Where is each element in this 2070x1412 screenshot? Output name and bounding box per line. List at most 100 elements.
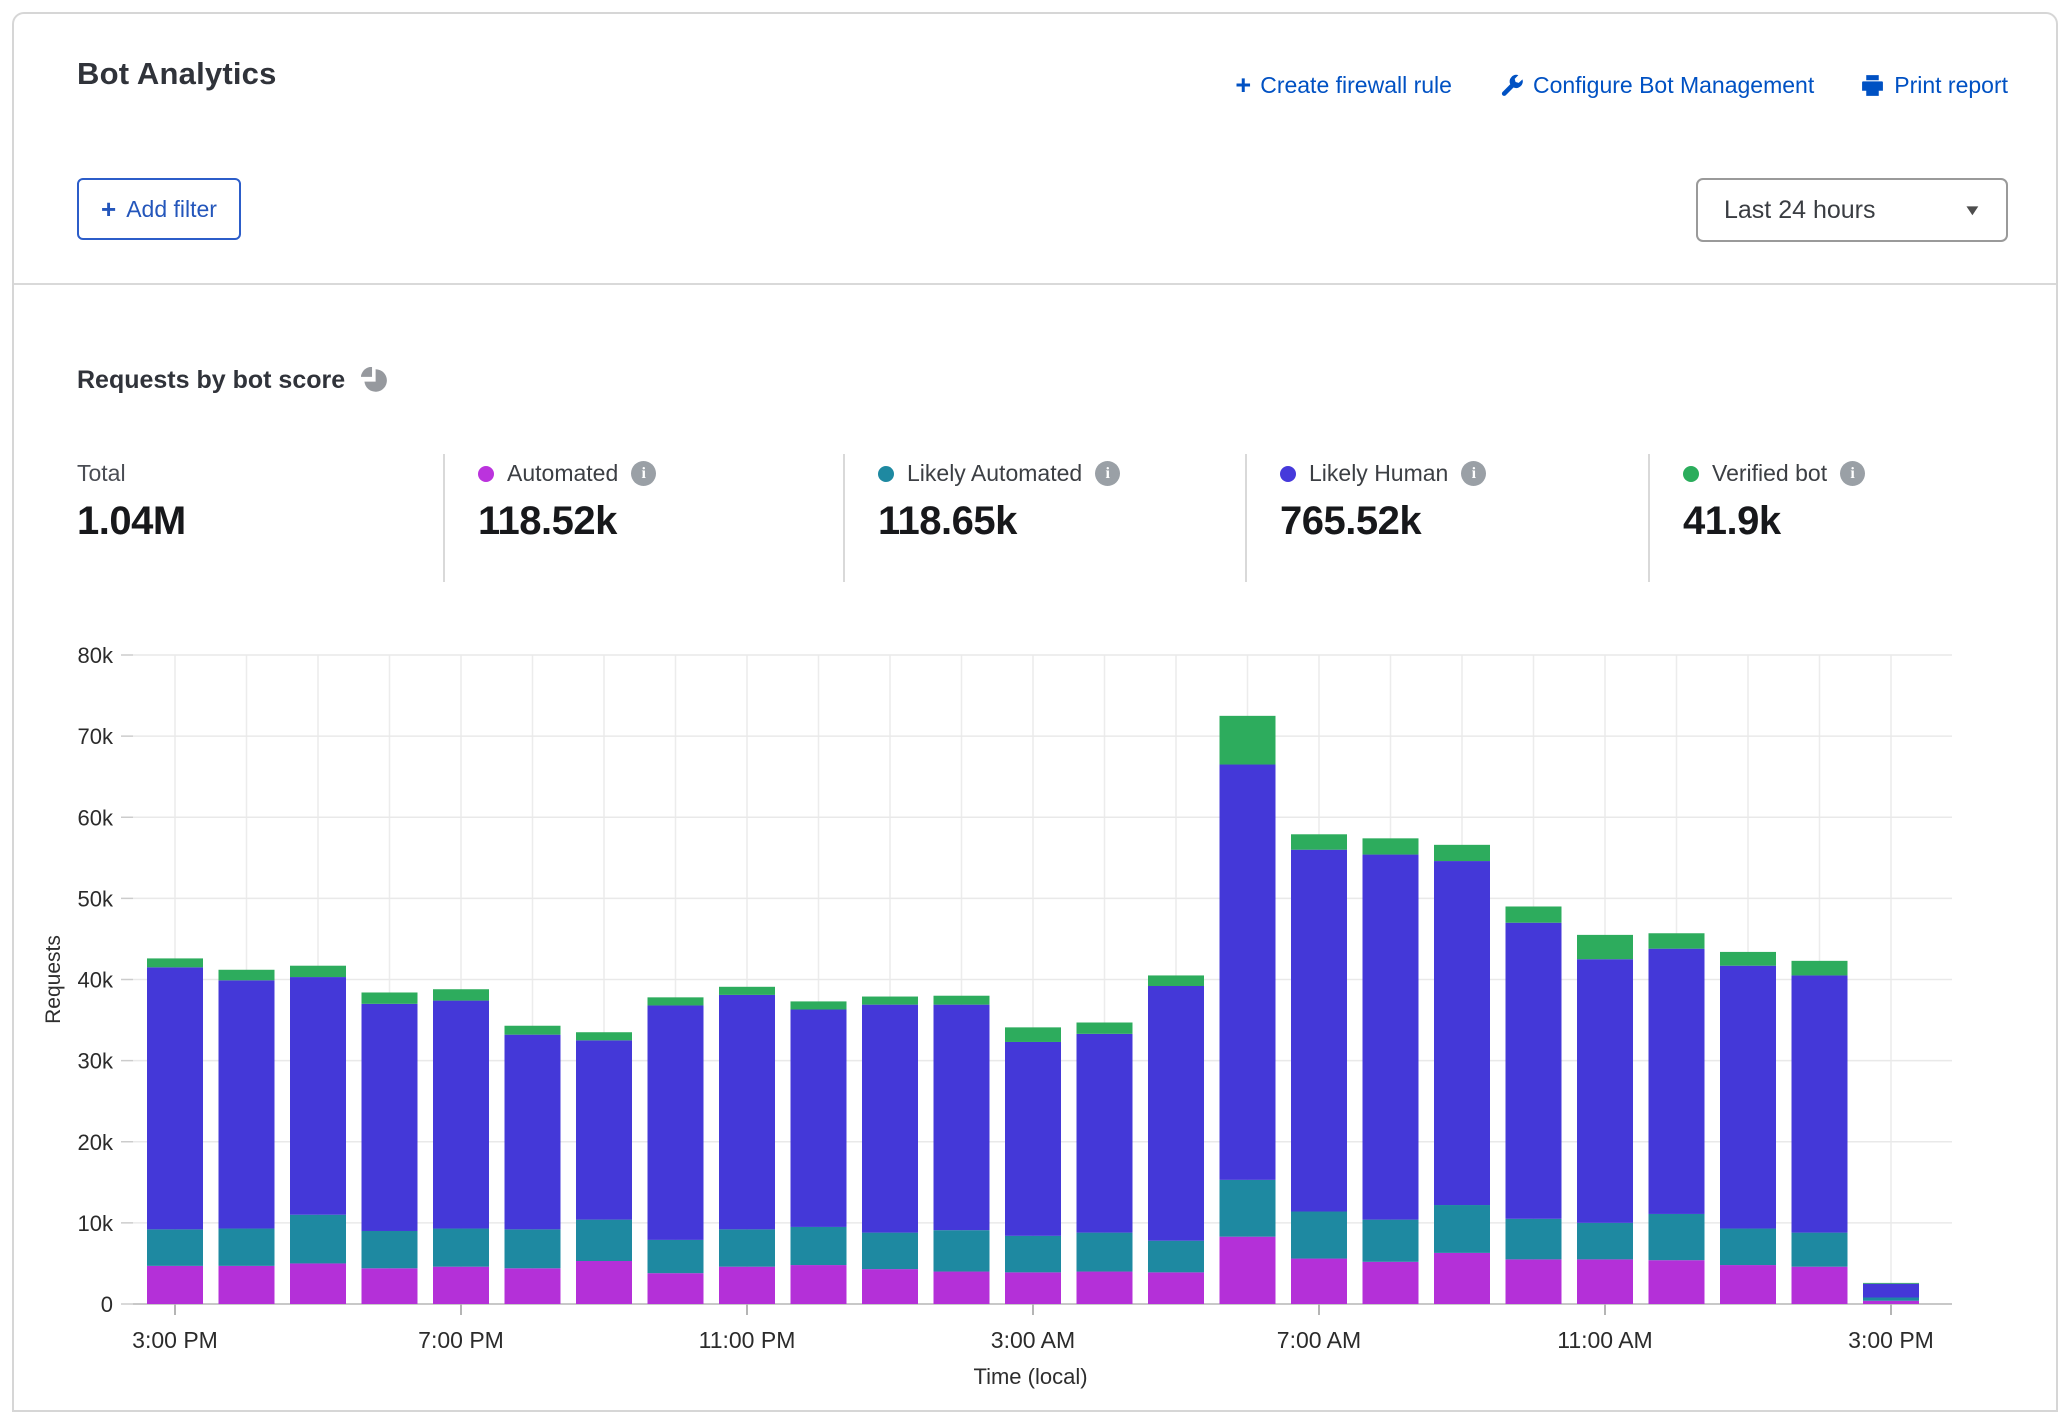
bar-segment-automated [1363, 1262, 1419, 1304]
bar-segment-verified-bot [147, 958, 203, 967]
stat-label: Total [77, 460, 126, 487]
bar-segment-automated [433, 1267, 489, 1304]
bar-segment-automated [648, 1273, 704, 1304]
bar-segment-likely-human [505, 1035, 561, 1230]
y-tick-label: 40k [78, 968, 114, 993]
bar-segment-verified-bot [934, 996, 990, 1005]
bar-segment-verified-bot [1077, 1022, 1133, 1033]
bar-segment-likely-human [719, 995, 775, 1229]
bar-segment-likely-human [1649, 949, 1705, 1214]
bar-segment-verified-bot [1434, 845, 1490, 861]
bar-segment-likely-automated [505, 1229, 561, 1268]
x-tick-label: 3:00 AM [991, 1327, 1075, 1353]
bar-segment-verified-bot [433, 989, 489, 1000]
bar-segment-likely-automated [1291, 1212, 1347, 1259]
bar-segment-likely-automated [1148, 1241, 1204, 1273]
stat-label: Automated [507, 460, 618, 487]
bar-segment-automated [290, 1263, 346, 1304]
bar-segment-likely-automated [576, 1220, 632, 1261]
likely-human-legend-dot [1280, 466, 1296, 482]
create-firewall-rule-link[interactable]: + Create firewall rule [1235, 72, 1452, 99]
configure-bot-management-link[interactable]: Configure Bot Management [1498, 72, 1814, 99]
bar-segment-likely-human [433, 1001, 489, 1229]
bar-segment-verified-bot [1720, 952, 1776, 966]
bar-segment-likely-automated [1434, 1205, 1490, 1253]
bar-segment-likely-human [791, 1010, 847, 1227]
y-tick-label: 80k [78, 643, 114, 668]
bar-segment-verified-bot [1649, 933, 1705, 948]
bar-segment-likely-automated [791, 1227, 847, 1265]
bar-segment-verified-bot [576, 1032, 632, 1040]
bar-segment-likely-automated [433, 1229, 489, 1267]
print-report-link[interactable]: Print report [1860, 72, 2008, 99]
bar-segment-automated [1148, 1272, 1204, 1304]
bar-segment-likely-human [1220, 765, 1276, 1180]
stat-divider [843, 454, 845, 582]
bar-segment-likely-human [1363, 855, 1419, 1220]
add-filter-label: Add filter [126, 196, 217, 223]
bar-segment-automated [1577, 1259, 1633, 1304]
stat-likely-human: Likely Human i 765.52k [1280, 460, 1640, 544]
stat-value: 118.65k [878, 499, 1238, 544]
y-tick-label: 70k [78, 724, 114, 749]
bar-segment-verified-bot [719, 987, 775, 995]
info-icon[interactable]: i [1461, 461, 1486, 486]
bar-segment-automated [1792, 1267, 1848, 1304]
bar-segment-likely-automated [934, 1230, 990, 1271]
stat-value: 41.9k [1683, 499, 2043, 544]
x-tick-label: 7:00 PM [418, 1327, 504, 1353]
bar-segment-likely-automated [1005, 1236, 1061, 1273]
y-tick-label: 30k [78, 1049, 114, 1074]
plus-icon: + [101, 196, 116, 222]
bar-segment-verified-bot [1220, 716, 1276, 765]
bar-segment-likely-automated [362, 1231, 418, 1268]
bar-segment-likely-automated [862, 1233, 918, 1270]
bar-segment-automated [505, 1268, 561, 1304]
bar-segment-verified-bot [362, 992, 418, 1003]
bar-segment-likely-human [362, 1004, 418, 1231]
stat-automated: Automated i 118.52k [478, 460, 838, 544]
printer-icon [1860, 73, 1885, 98]
bar-segment-likely-human [147, 967, 203, 1229]
bar-segment-automated [219, 1266, 275, 1304]
bar-segment-likely-human [1506, 923, 1562, 1219]
stat-verified-bot: Verified bot i 41.9k [1683, 460, 2043, 544]
add-filter-button[interactable]: + Add filter [77, 178, 241, 240]
bar-segment-likely-human [862, 1005, 918, 1233]
y-tick-label: 10k [78, 1211, 114, 1236]
configure-bot-management-label: Configure Bot Management [1533, 72, 1814, 99]
bar-segment-verified-bot [648, 997, 704, 1005]
bar-segment-verified-bot [791, 1001, 847, 1009]
info-icon[interactable]: i [1840, 461, 1865, 486]
stat-divider [1245, 454, 1247, 582]
bar-segment-verified-bot [1792, 961, 1848, 976]
bar-segment-likely-automated [1863, 1298, 1919, 1301]
stat-divider [443, 454, 445, 582]
bar-segment-likely-automated [147, 1229, 203, 1266]
y-tick-label: 0 [101, 1292, 113, 1317]
verified-bot-legend-dot [1683, 466, 1699, 482]
bar-segment-likely-automated [1220, 1180, 1276, 1237]
print-report-label: Print report [1894, 72, 2008, 99]
bar-segment-likely-human [1077, 1034, 1133, 1233]
info-icon[interactable]: i [1095, 461, 1120, 486]
stat-label: Likely Human [1309, 460, 1448, 487]
bar-segment-verified-bot [1148, 975, 1204, 986]
y-tick-label: 20k [78, 1130, 114, 1155]
bar-segment-verified-bot [862, 997, 918, 1005]
bar-segment-verified-bot [1005, 1027, 1061, 1042]
bar-segment-likely-automated [1506, 1219, 1562, 1260]
stat-label: Likely Automated [907, 460, 1082, 487]
bar-segment-likely-human [1148, 986, 1204, 1241]
bar-segment-likely-human [1434, 861, 1490, 1205]
bar-segment-likely-human [1577, 959, 1633, 1223]
bar-segment-automated [1649, 1260, 1705, 1304]
bar-segment-automated [1077, 1272, 1133, 1304]
time-range-select[interactable]: Last 24 hours ▼ [1696, 178, 2008, 242]
chevron-down-icon: ▼ [1963, 202, 1983, 219]
bar-segment-automated [147, 1266, 203, 1304]
bar-segment-automated [862, 1269, 918, 1304]
info-icon[interactable]: i [631, 461, 656, 486]
bot-analytics-card: Bot Analytics + Create firewall rule Con… [12, 12, 2058, 1412]
stat-value: 1.04M [77, 499, 437, 544]
